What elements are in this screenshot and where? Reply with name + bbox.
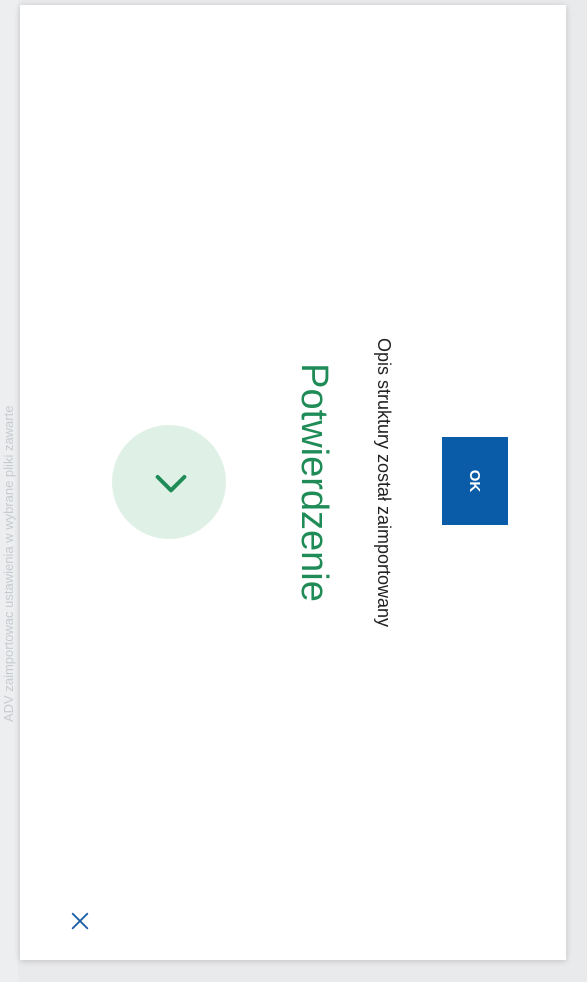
dialog-content: Potwierdzenie Opis struktury został zaim… bbox=[20, 5, 566, 960]
chevron-right-icon bbox=[147, 462, 192, 502]
dialog-message: Opis struktury został zaimportowany bbox=[374, 337, 394, 628]
ok-button[interactable]: OK bbox=[442, 437, 508, 525]
close-icon bbox=[65, 910, 92, 932]
dialog-title: Potwierdzenie bbox=[293, 363, 335, 602]
confirmation-dialog: Potwierdzenie Opis struktury został zaim… bbox=[20, 5, 566, 960]
background-strip: ADV zaimportowac ustawienia w wybrane pl… bbox=[0, 0, 18, 982]
background-text: ADV zaimportowac ustawienia w wybrane pl… bbox=[1, 405, 16, 722]
status-icon-circle bbox=[112, 425, 226, 539]
close-button[interactable] bbox=[60, 903, 96, 939]
